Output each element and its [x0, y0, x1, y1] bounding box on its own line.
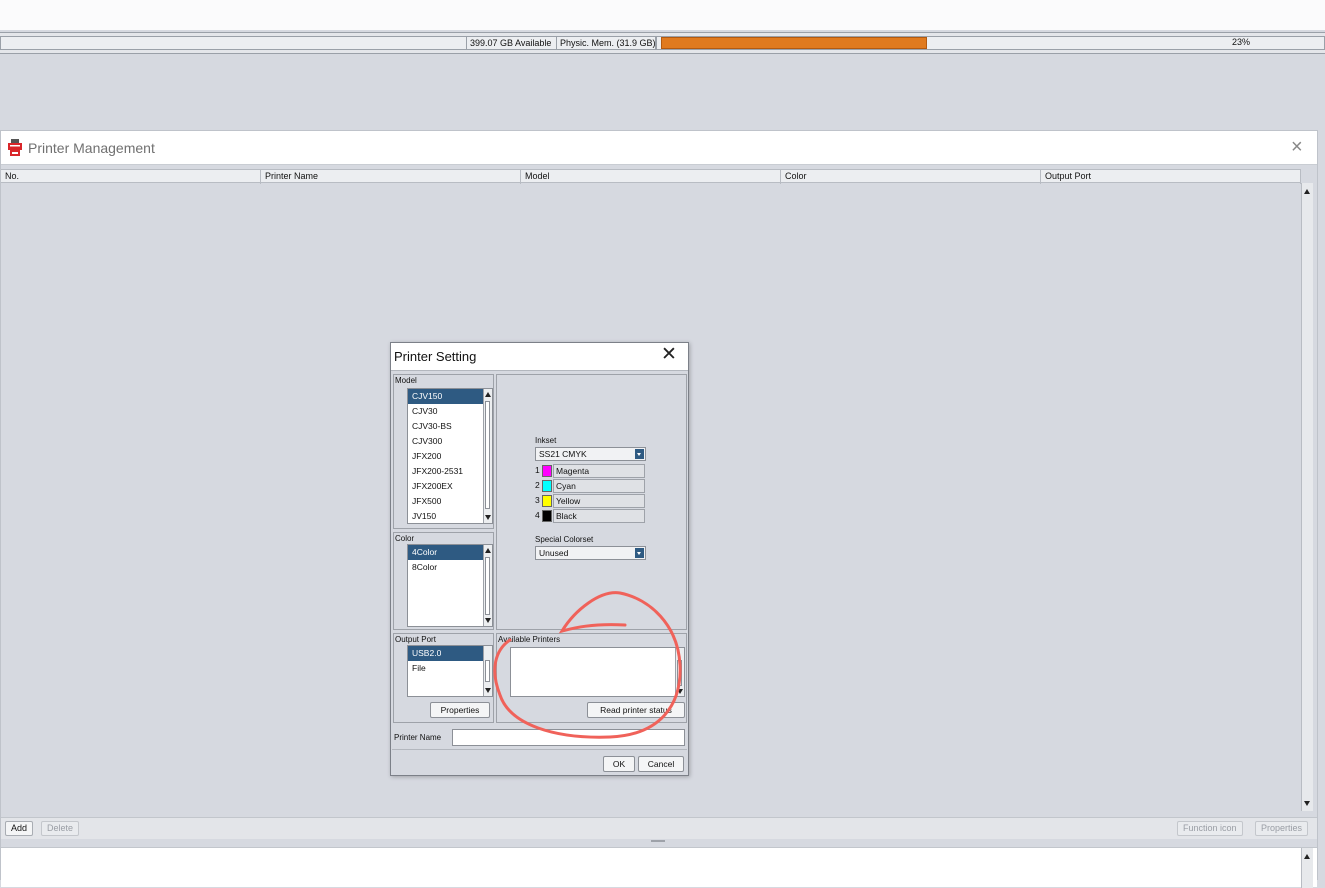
ink-name: Magenta: [553, 464, 645, 478]
model-list-item[interactable]: JFX200EX: [408, 479, 492, 494]
disk-available: 399.07 GB Available: [466, 36, 557, 50]
model-label: Model: [395, 376, 417, 385]
color-list-item[interactable]: 4Color: [408, 545, 492, 560]
ink-number: 1: [535, 465, 540, 475]
inkset-value: SS21 CMYK: [539, 449, 587, 459]
special-colorset-label: Special Colorset: [535, 535, 594, 544]
divider: [392, 749, 687, 750]
close-icon[interactable]: ×: [1291, 136, 1303, 158]
printer-name-label: Printer Name: [394, 733, 442, 742]
lower-scrollbar[interactable]: [1301, 848, 1313, 888]
model-group: Model CJV150 CJV30 CJV30-BS CJV300 JFX200 JFX…: [393, 374, 494, 529]
color-label: Color: [395, 534, 415, 543]
ink-color-swatch: [542, 480, 552, 492]
model-list-item[interactable]: JFX200: [408, 449, 492, 464]
scroll-up-icon[interactable]: [485, 392, 491, 397]
column-model[interactable]: Model: [521, 170, 781, 184]
ink-row: 4 Black: [535, 509, 647, 523]
column-color[interactable]: Color: [781, 170, 1041, 184]
memory-usage-bar: [661, 37, 927, 49]
ink-name: Yellow: [553, 494, 645, 508]
output-port-group: Output Port USB2.0 File Properties: [393, 633, 494, 723]
ink-number: 4: [535, 510, 540, 520]
model-list-item[interactable]: CJV150: [408, 389, 492, 404]
dialog-title: Printer Setting: [394, 349, 477, 364]
model-list-item[interactable]: CJV30-BS: [408, 419, 492, 434]
scroll-thumb[interactable]: [485, 401, 490, 509]
ink-color-swatch: [542, 465, 552, 477]
ink-color-swatch: [542, 510, 552, 522]
memory-percent: 23%: [1232, 37, 1251, 47]
column-printer-name[interactable]: Printer Name: [261, 170, 521, 184]
window-title: Printer Management: [28, 140, 155, 156]
scroll-down-icon[interactable]: [485, 515, 491, 520]
ink-number: 2: [535, 480, 540, 490]
ink-name: Cyan: [553, 479, 645, 493]
printer-app-icon: [8, 139, 22, 156]
ink-row: 1 Magenta: [535, 464, 647, 478]
printer-setting-titlebar: Printer Setting ✕: [391, 343, 688, 371]
add-button[interactable]: Add: [5, 821, 34, 836]
ink-color-swatch: [542, 495, 552, 507]
memory-label: Physic. Mem. (31.9 GB): [556, 36, 656, 50]
chevron-down-icon[interactable]: [635, 449, 644, 459]
splitter-handle[interactable]: [651, 840, 665, 842]
chevron-down-icon[interactable]: [635, 548, 644, 558]
special-colorset-dropdown[interactable]: Unused: [535, 546, 646, 560]
model-list-item[interactable]: JFX500: [408, 494, 492, 509]
ink-list: 1 Magenta 2 Cyan 3 Yellow 4 Black: [535, 464, 647, 526]
ink-row: 2 Cyan: [535, 479, 647, 493]
model-list-item[interactable]: JFX200-2531: [408, 464, 492, 479]
scroll-up-icon[interactable]: [485, 548, 491, 553]
ink-row: 3 Yellow: [535, 494, 647, 508]
printer-management-titlebar: Printer Management ×: [1, 131, 1317, 165]
model-list-item[interactable]: JV150: [408, 509, 492, 523]
ok-button[interactable]: OK: [603, 756, 635, 772]
model-list-item[interactable]: CJV30: [408, 404, 492, 419]
inkset-label: Inkset: [535, 436, 557, 445]
color-group: Color 4Color 8Color: [393, 532, 494, 630]
properties-button[interactable]: Properties: [1255, 821, 1309, 836]
output-port-label: Output Port: [395, 635, 436, 644]
lower-pane: [1, 847, 1317, 888]
column-output-port[interactable]: Output Port: [1041, 170, 1301, 184]
delete-button[interactable]: Delete: [41, 821, 80, 836]
top-window-area: [0, 0, 1325, 30]
status-bar: 399.07 GB Available Physic. Mem. (31.9 G…: [0, 32, 1325, 54]
function-icon-button[interactable]: Function icon: [1177, 821, 1243, 836]
annotation-circle: [493, 591, 682, 739]
ink-number: 3: [535, 495, 540, 505]
cancel-button[interactable]: Cancel: [638, 756, 684, 772]
scroll-up-icon[interactable]: [1304, 854, 1310, 859]
close-icon[interactable]: ✕: [661, 345, 677, 365]
status-segment-blank: [0, 36, 467, 50]
ink-name: Black: [553, 509, 645, 523]
model-list[interactable]: CJV150 CJV30 CJV30-BS CJV300 JFX200 JFX200-25…: [407, 388, 493, 524]
scroll-down-icon[interactable]: [1304, 801, 1310, 806]
scroll-up-icon[interactable]: [1304, 189, 1310, 194]
special-colorset-value: Unused: [539, 548, 569, 558]
model-list-item[interactable]: CJV300: [408, 434, 492, 449]
printer-management-toolbar: Add Delete Function icon Properties: [1, 817, 1317, 839]
printer-table-header: No. Printer Name Model Color Output Port: [1, 169, 1301, 184]
color-list-item[interactable]: 8Color: [408, 560, 492, 575]
inkset-dropdown[interactable]: SS21 CMYK: [535, 447, 646, 461]
column-no[interactable]: No.: [1, 170, 261, 184]
model-list-scrollbar[interactable]: [483, 389, 492, 523]
printer-table-scrollbar[interactable]: [1301, 183, 1313, 811]
